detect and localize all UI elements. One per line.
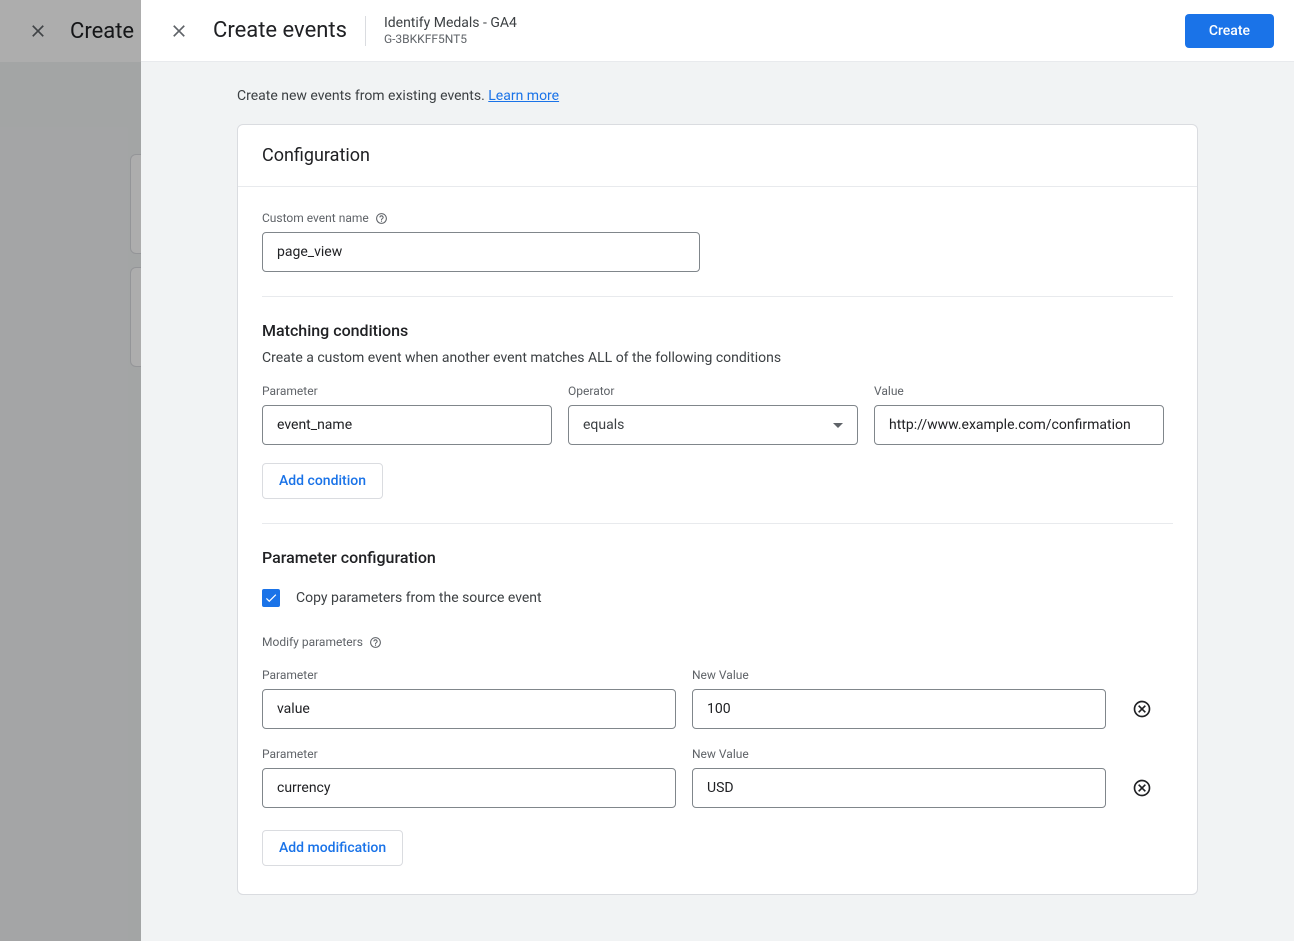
copy-parameters-row: Copy parameters from the source event xyxy=(262,589,1173,607)
close-icon xyxy=(169,21,189,41)
property-id: G-3BKKFF5NT5 xyxy=(384,32,517,46)
close-button[interactable] xyxy=(167,19,191,43)
card-body: Custom event name Matching conditions Cr… xyxy=(238,187,1197,894)
condition-row: Parameter Operator equals Value xyxy=(262,384,1173,445)
condition-operator-select[interactable]: equals xyxy=(568,405,858,445)
panel-header: Create events Identify Medals - GA4 G-3B… xyxy=(141,0,1294,62)
copy-parameters-label: Copy parameters from the source event xyxy=(296,590,542,606)
section-divider xyxy=(262,523,1173,524)
property-info: Identify Medals - GA4 G-3BKKFF5NT5 xyxy=(384,15,517,46)
modify-new-value-label: New Value xyxy=(692,668,1106,682)
section-divider xyxy=(262,296,1173,297)
modify-parameter-label: Parameter xyxy=(262,668,676,682)
custom-event-name-label: Custom event name xyxy=(262,211,1173,225)
remove-modification-button[interactable] xyxy=(1122,689,1162,729)
create-button[interactable]: Create xyxy=(1185,14,1274,48)
header-divider xyxy=(365,16,366,46)
modify-new-value-label: New Value xyxy=(692,747,1106,761)
matching-conditions-description: Create a custom event when another event… xyxy=(262,350,1173,366)
card-header: Configuration xyxy=(238,125,1197,187)
modify-parameter-input[interactable] xyxy=(262,689,676,729)
learn-more-link[interactable]: Learn more xyxy=(488,88,559,104)
add-modification-button[interactable]: Add modification xyxy=(262,830,403,866)
configuration-title: Configuration xyxy=(262,145,1173,166)
help-icon[interactable] xyxy=(375,212,388,225)
configuration-card: Configuration Custom event name Matching… xyxy=(237,124,1198,895)
condition-value-label: Value xyxy=(874,384,1164,398)
custom-event-label-text: Custom event name xyxy=(262,211,369,225)
parameter-configuration-title: Parameter configuration xyxy=(262,548,1173,567)
chevron-down-icon xyxy=(833,423,843,428)
modify-parameters-label-text: Modify parameters xyxy=(262,635,363,649)
modify-parameter-row: Parameter New Value xyxy=(262,747,1173,808)
custom-event-name-input[interactable] xyxy=(262,232,700,272)
condition-operator-label: Operator xyxy=(568,384,858,398)
add-condition-button[interactable]: Add condition xyxy=(262,463,383,499)
matching-conditions-title: Matching conditions xyxy=(262,321,1173,340)
property-name: Identify Medals - GA4 xyxy=(384,15,517,31)
remove-circle-icon xyxy=(1132,778,1152,798)
condition-parameter-input[interactable] xyxy=(262,405,552,445)
condition-value-input[interactable] xyxy=(874,405,1164,445)
copy-parameters-checkbox[interactable] xyxy=(262,589,280,607)
intro-text: Create new events from existing events. … xyxy=(237,88,1198,104)
help-icon[interactable] xyxy=(369,636,382,649)
remove-modification-button[interactable] xyxy=(1122,768,1162,808)
modify-parameter-input[interactable] xyxy=(262,768,676,808)
modify-parameter-label: Parameter xyxy=(262,747,676,761)
condition-parameter-label: Parameter xyxy=(262,384,552,398)
condition-operator-value: equals xyxy=(583,417,624,433)
panel-title: Create events xyxy=(213,18,347,43)
modify-parameter-row: Parameter New Value xyxy=(262,668,1173,729)
panel-body: Create new events from existing events. … xyxy=(141,62,1294,941)
create-events-panel: Create events Identify Medals - GA4 G-3B… xyxy=(141,0,1294,941)
checkmark-icon xyxy=(264,591,278,605)
modify-new-value-input[interactable] xyxy=(692,768,1106,808)
modify-new-value-input[interactable] xyxy=(692,689,1106,729)
modify-parameters-label: Modify parameters xyxy=(262,635,1173,649)
remove-circle-icon xyxy=(1132,699,1152,719)
intro-text-content: Create new events from existing events. xyxy=(237,88,488,104)
